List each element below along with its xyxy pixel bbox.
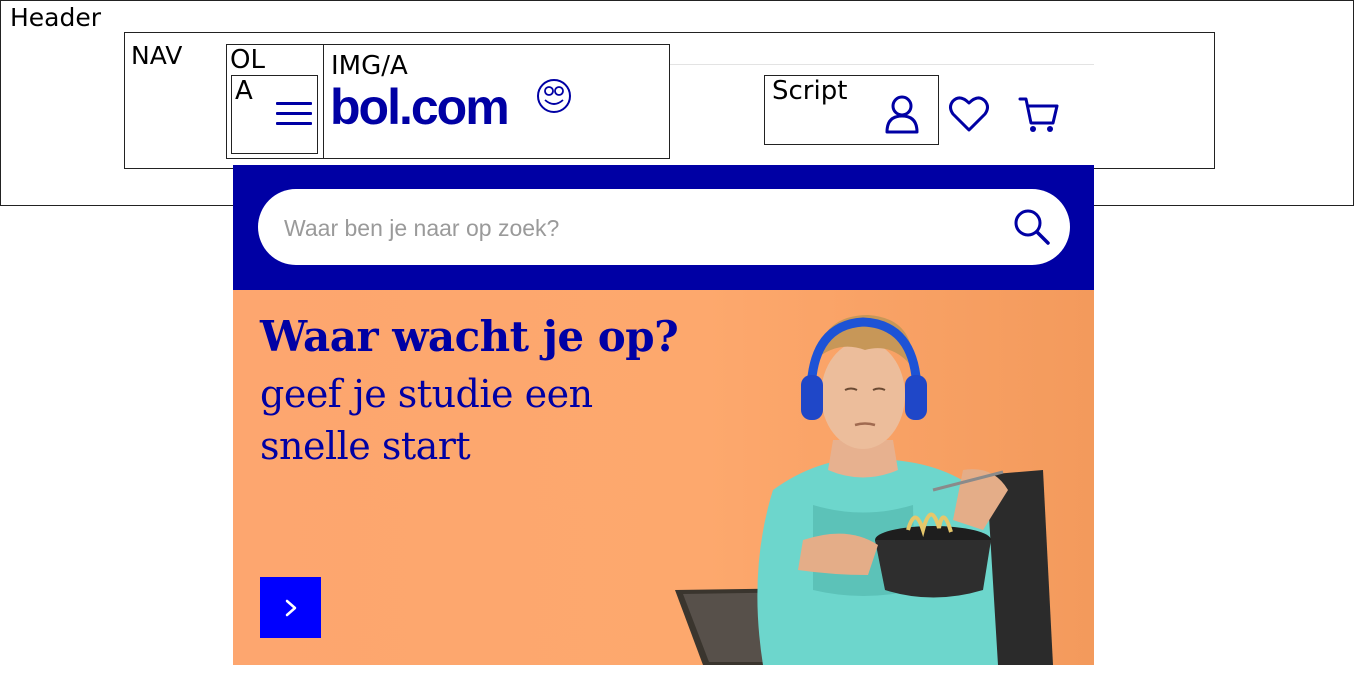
page: Header NAV OL A IMG/A Script bol.com Waa… — [0, 0, 1354, 681]
promo-banner[interactable]: Waar wacht je op? geef je studie een sne… — [233, 290, 1094, 665]
heart-icon[interactable] — [948, 94, 990, 139]
banner-next-button[interactable] — [260, 577, 321, 638]
nav-annotation: NAV — [131, 41, 183, 70]
logo-wordmark: bol.com — [330, 79, 510, 135]
shopping-cart-icon[interactable] — [1017, 95, 1061, 140]
a-annotation: A — [235, 76, 253, 106]
logo-smile-icon — [537, 79, 571, 113]
banner-title: Waar wacht je op? — [260, 312, 679, 361]
chevron-right-icon — [285, 599, 297, 617]
search-input[interactable] — [282, 207, 986, 249]
banner-subtitle: geef je studie een snelle start — [260, 372, 593, 468]
ol-annotation: OL — [230, 45, 265, 75]
magnifier-icon[interactable] — [1012, 207, 1052, 247]
user-account-icon[interactable] — [882, 94, 922, 141]
header-annotation: Header — [10, 3, 102, 32]
header-divider — [670, 64, 1094, 65]
script-annotation: Script — [772, 76, 848, 106]
img-a-annotation: IMG/A — [331, 51, 408, 81]
student-photo — [675, 315, 1053, 665]
search-field — [258, 189, 1070, 265]
search-band — [233, 165, 1094, 290]
bol-logo-link[interactable]: bol.com — [330, 78, 590, 142]
hamburger-menu-icon[interactable] — [276, 100, 314, 128]
